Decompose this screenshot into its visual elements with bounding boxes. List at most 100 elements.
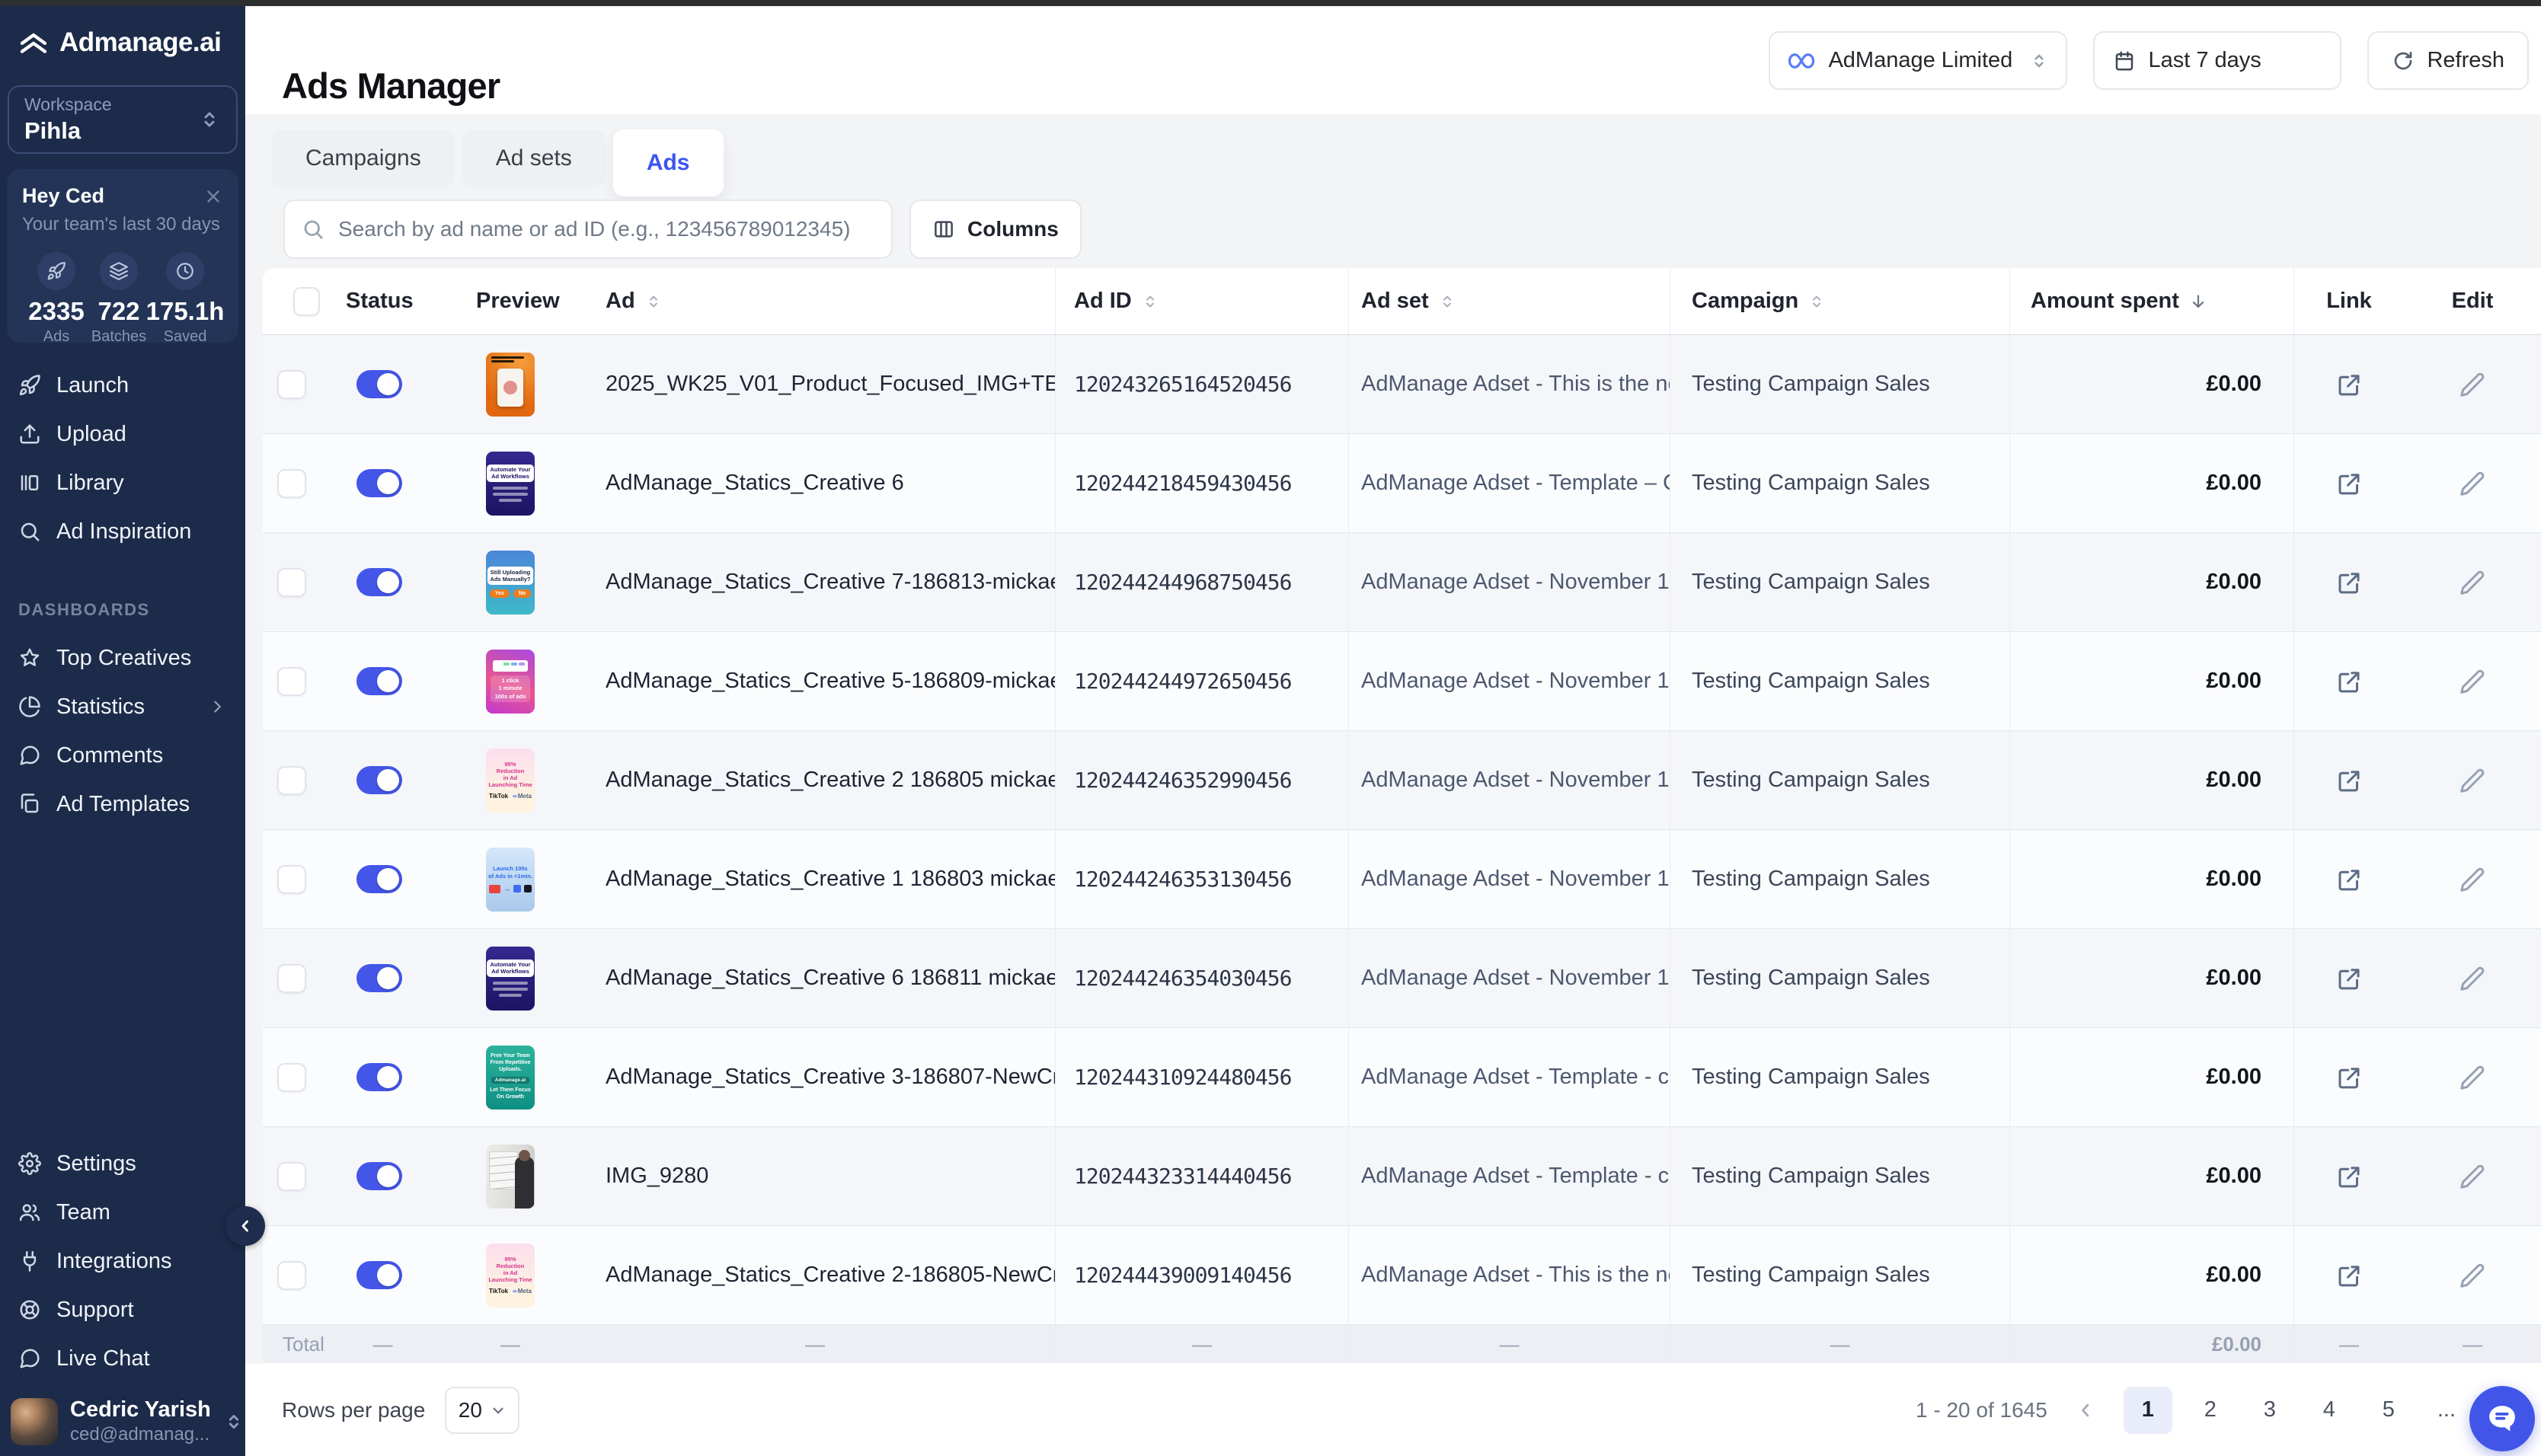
ad-preview-thumbnail[interactable]	[486, 1145, 535, 1209]
rows-per-page-label: Rows per page	[282, 1398, 425, 1422]
sidebar-item-live-chat[interactable]: Live Chat	[0, 1334, 245, 1383]
ad-account-selector[interactable]: AdManage Limited	[1769, 31, 2067, 90]
row-checkbox[interactable]	[277, 568, 306, 597]
ad-edit-button[interactable]	[2459, 866, 2486, 893]
row-checkbox[interactable]	[277, 1162, 306, 1191]
ad-link-button[interactable]	[2335, 371, 2363, 398]
rows-per-page-select[interactable]: 20	[445, 1387, 519, 1434]
ad-edit-button[interactable]	[2459, 569, 2486, 596]
sidebar-collapse-button[interactable]	[225, 1206, 265, 1246]
ad-preview-thumbnail[interactable]: Free Your TeamFrom RepetitiveUploads.Adm…	[486, 1046, 535, 1110]
status-toggle[interactable]	[356, 865, 402, 893]
sidebar-item-upload[interactable]: Upload	[0, 410, 245, 458]
sidebar-nav-main: LaunchUploadLibraryAd Inspiration	[0, 361, 245, 556]
chat-widget-button[interactable]	[2469, 1386, 2535, 1451]
sidebar-item-team[interactable]: Team	[0, 1188, 245, 1237]
ad-edit-button[interactable]	[2459, 1262, 2486, 1289]
sidebar-item-comments[interactable]: Comments	[0, 731, 245, 780]
team-stats-card: Hey Ced Your team's last 30 days 2335Ads…	[7, 169, 238, 343]
sidebar-item-ad-inspiration[interactable]: Ad Inspiration	[0, 507, 245, 556]
ad-link-button[interactable]	[2335, 1163, 2363, 1190]
select-all-checkbox[interactable]	[293, 287, 320, 316]
ad-edit-button[interactable]	[2459, 371, 2486, 398]
total-amount-spent: £0.00	[2009, 1325, 2293, 1363]
ad-link-button[interactable]	[2335, 767, 2363, 794]
row-checkbox[interactable]	[277, 667, 306, 696]
table-header-row: StatusPreviewAdAd IDAd setCampaignAmount…	[263, 268, 2541, 335]
status-toggle[interactable]	[356, 1063, 402, 1091]
row-checkbox[interactable]	[277, 865, 306, 894]
ad-preview-thumbnail[interactable]: 95%Reductionin AdLaunching TimeTikTok∞Me…	[486, 1244, 535, 1308]
page-button-2[interactable]: 2	[2189, 1387, 2232, 1434]
close-icon[interactable]	[203, 187, 223, 206]
sidebar-item-integrations[interactable]: Integrations	[0, 1237, 245, 1285]
sidebar-item-ad-templates[interactable]: Ad Templates	[0, 780, 245, 829]
row-checkbox[interactable]	[277, 469, 306, 498]
sidebar-item-support[interactable]: Support	[0, 1285, 245, 1334]
page-button-1[interactable]: 1	[2124, 1387, 2172, 1434]
ad-preview-thumbnail[interactable]: Automate YourAd Workflows	[486, 452, 535, 516]
search-input[interactable]	[337, 216, 874, 242]
ad-preview-thumbnail[interactable]: Still UploadingAds Manually?YesNo	[486, 551, 535, 615]
page-button-5[interactable]: 5	[2367, 1387, 2410, 1434]
app-logo[interactable]: Admanage.ai	[18, 27, 221, 58]
ad-link-button[interactable]	[2335, 866, 2363, 893]
row-checkbox[interactable]	[277, 766, 306, 795]
status-toggle[interactable]	[356, 370, 402, 398]
ad-edit-button[interactable]	[2459, 1163, 2486, 1190]
ad-id: 120244246354030456	[1074, 966, 1291, 991]
refresh-button[interactable]: Refresh	[2367, 31, 2529, 90]
sidebar-item-launch[interactable]: Launch	[0, 361, 245, 410]
ad-link-button[interactable]	[2335, 470, 2363, 497]
status-toggle[interactable]	[356, 1162, 402, 1190]
ad-edit-button[interactable]	[2459, 470, 2486, 497]
ad-edit-button[interactable]	[2459, 767, 2486, 794]
ad-link-button[interactable]	[2335, 668, 2363, 695]
sidebar-item-statistics[interactable]: Statistics	[0, 682, 245, 731]
sidebar-item-settings[interactable]: Settings	[0, 1139, 245, 1188]
status-toggle[interactable]	[356, 469, 402, 497]
workspace-selector[interactable]: Workspace Pihla	[8, 85, 238, 154]
tab-ad-sets[interactable]: Ad sets	[462, 129, 606, 187]
row-checkbox[interactable]	[277, 964, 306, 993]
tab-campaigns[interactable]: Campaigns	[272, 129, 455, 187]
page-button-3[interactable]: 3	[2249, 1387, 2291, 1434]
status-toggle[interactable]	[356, 568, 402, 596]
ad-preview-thumbnail[interactable]	[486, 353, 535, 417]
status-toggle[interactable]	[356, 766, 402, 794]
column-header-ad[interactable]: Ad	[575, 268, 1055, 334]
columns-button[interactable]: Columns	[909, 200, 1082, 259]
date-range-picker[interactable]: Last 7 days	[2093, 31, 2341, 90]
column-header-ad-id[interactable]: Ad ID	[1055, 268, 1348, 334]
page-button-4[interactable]: 4	[2308, 1387, 2351, 1434]
ad-id: 120243265164520456	[1074, 372, 1291, 397]
previous-page-button[interactable]	[2075, 1400, 2096, 1421]
row-checkbox[interactable]	[277, 370, 306, 399]
ad-edit-button[interactable]	[2459, 965, 2486, 992]
row-checkbox[interactable]	[277, 1261, 306, 1290]
campaign-name: Testing Campaign Sales	[1692, 1263, 1930, 1288]
column-header-ad-set[interactable]: Ad set	[1348, 268, 1670, 334]
ad-link-button[interactable]	[2335, 569, 2363, 596]
status-toggle[interactable]	[356, 1261, 402, 1289]
total-dash: —	[1192, 1333, 1212, 1356]
tab-ads[interactable]: Ads	[613, 129, 724, 196]
ad-preview-thumbnail[interactable]: Launch 100sof Ads in <1min.→	[486, 848, 535, 912]
sidebar-item-top-creatives[interactable]: Top Creatives	[0, 634, 245, 682]
chevron-updown-icon	[198, 108, 221, 131]
ad-link-button[interactable]	[2335, 1262, 2363, 1289]
status-toggle[interactable]	[356, 667, 402, 695]
ad-link-button[interactable]	[2335, 965, 2363, 992]
ad-link-button[interactable]	[2335, 1064, 2363, 1091]
status-toggle[interactable]	[356, 964, 402, 992]
row-checkbox[interactable]	[277, 1063, 306, 1092]
ad-preview-thumbnail[interactable]: Automate YourAd Workflows	[486, 947, 535, 1011]
column-header-amount-spent[interactable]: Amount spent	[2009, 268, 2293, 334]
ad-preview-thumbnail[interactable]: 1 click1 minute100s of ads	[486, 650, 535, 714]
column-header-campaign[interactable]: Campaign	[1670, 268, 2009, 334]
user-profile[interactable]: Cedric Yarish ced@admanag...	[11, 1397, 238, 1445]
sidebar-item-library[interactable]: Library	[0, 458, 245, 507]
ad-preview-thumbnail[interactable]: 95%Reductionin AdLaunching TimeTikTok∞Me…	[486, 749, 535, 813]
ad-edit-button[interactable]	[2459, 668, 2486, 695]
ad-edit-button[interactable]	[2459, 1064, 2486, 1091]
